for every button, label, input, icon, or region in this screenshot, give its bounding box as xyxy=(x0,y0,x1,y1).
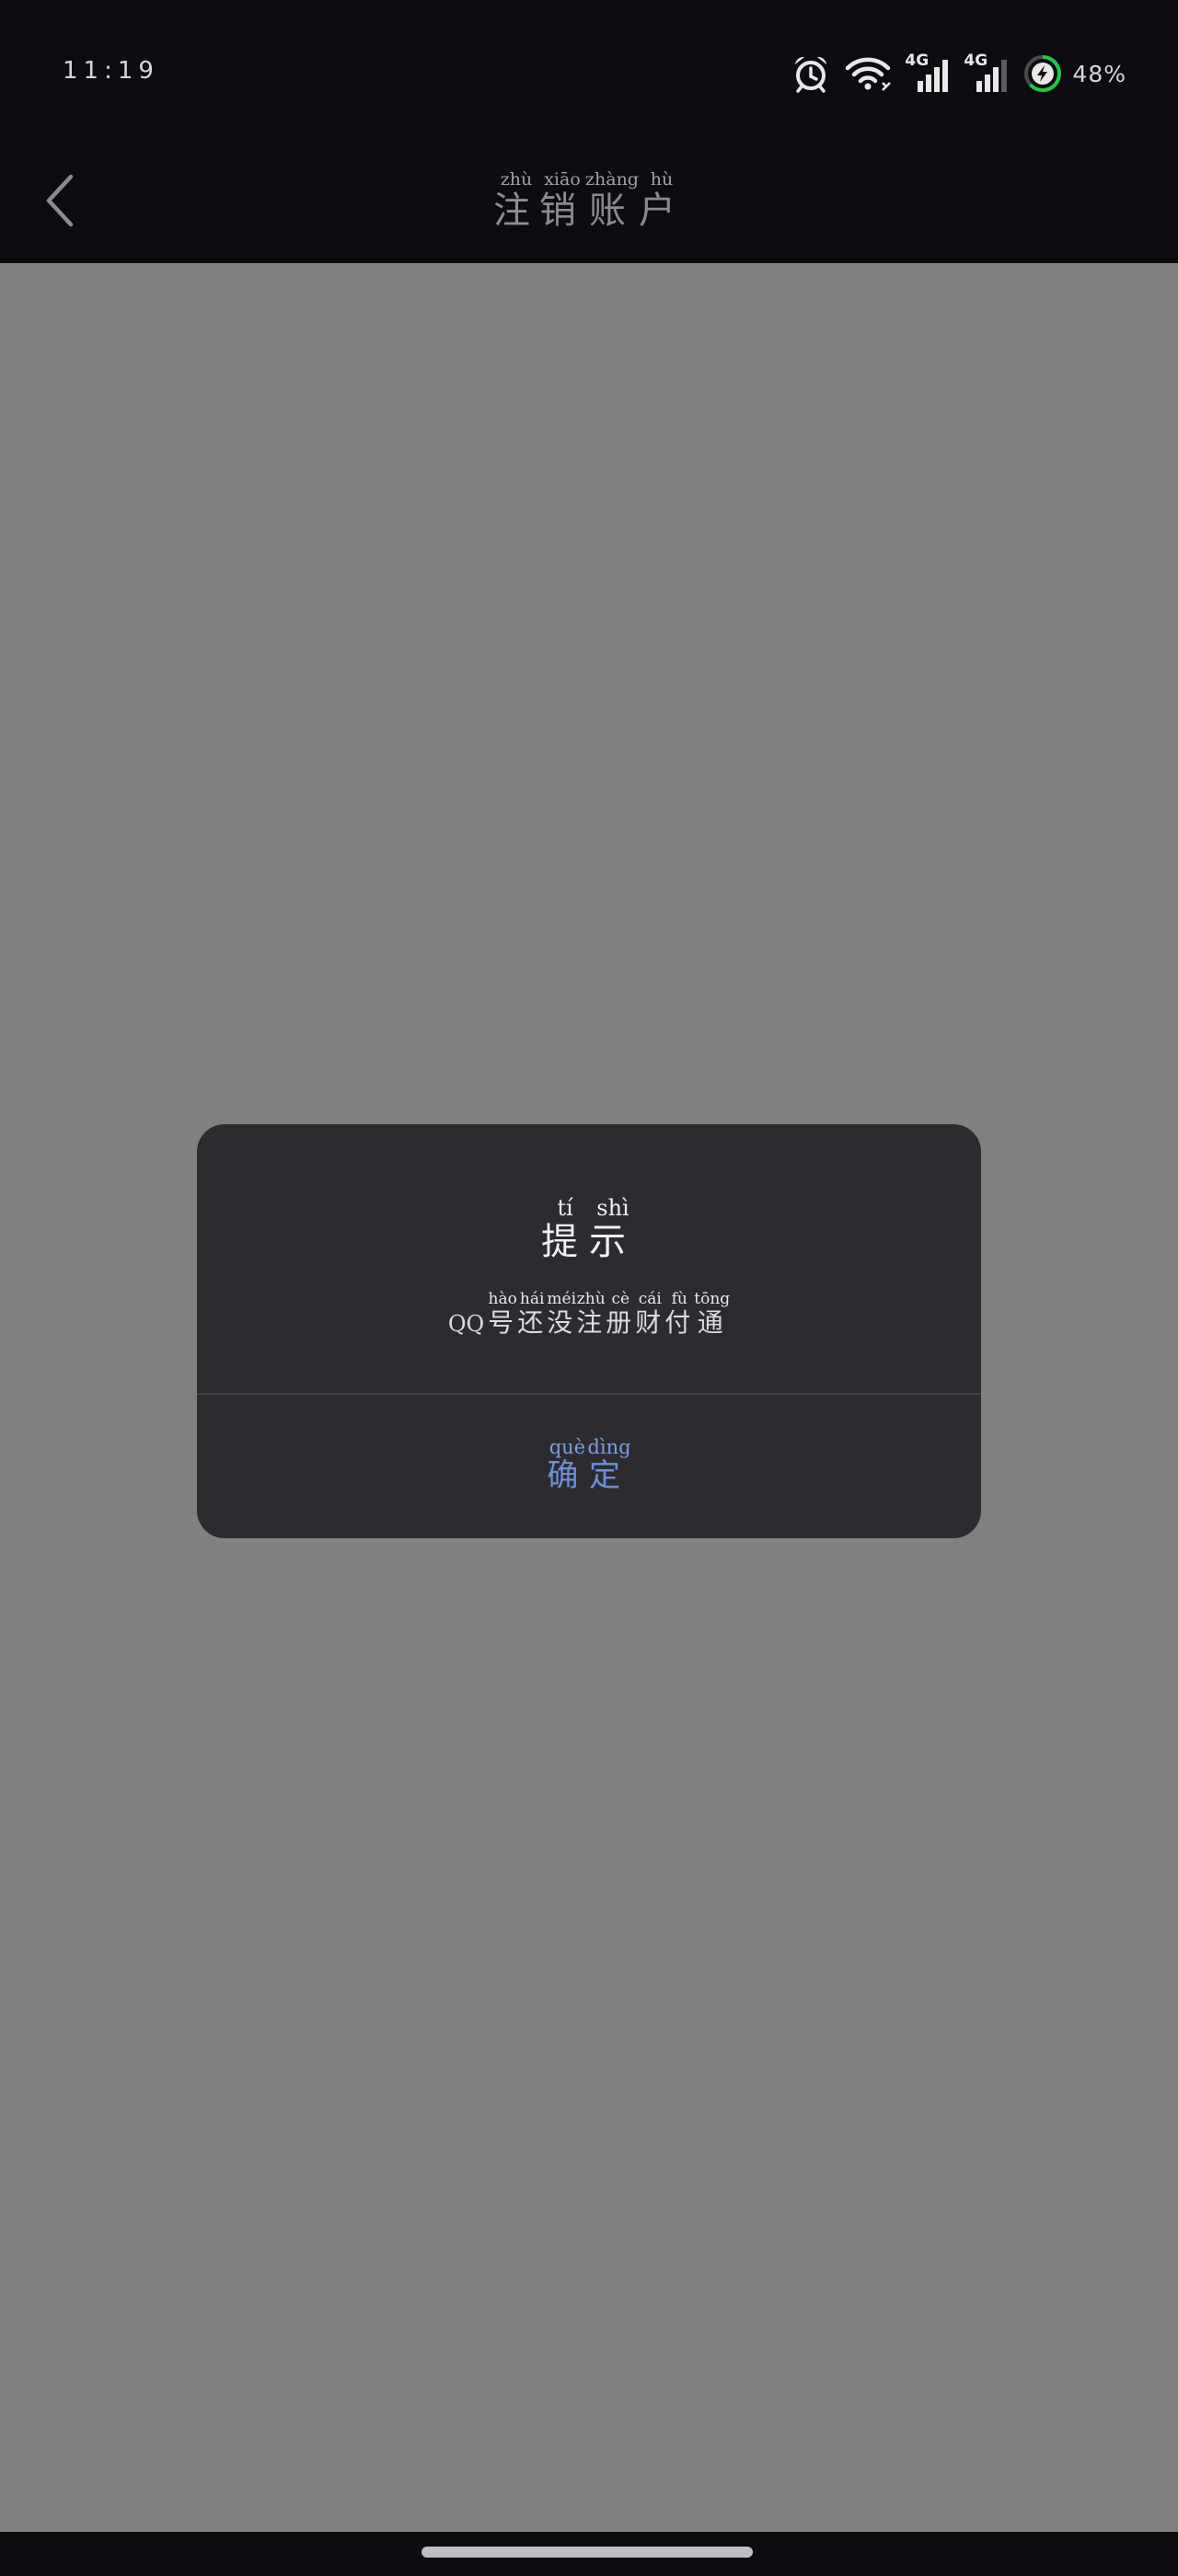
dialog-title-char: 示shì xyxy=(589,1195,637,1263)
message-char: 册cè xyxy=(606,1290,636,1338)
dialog-message: QQ 号hào还hái没méi注zhù册cè财cái付fù通tōng xyxy=(197,1290,981,1340)
title-char: 账zhàng xyxy=(585,169,639,232)
title-char: 户hù xyxy=(638,169,685,232)
battery-percent: 48% xyxy=(1072,60,1126,87)
status-time: 11:19 xyxy=(63,57,159,85)
dialog-title-char: 提tí xyxy=(541,1195,589,1263)
message-char: 通tōng xyxy=(694,1290,731,1338)
confirm-button-label: 确què定dìng xyxy=(547,1435,631,1495)
alert-dialog: 提tí示shì QQ 号hào还hái没méi注zhù册cè财cái付fù通tōn… xyxy=(197,1124,981,1538)
message-prefix: QQ xyxy=(447,1311,485,1337)
status-icons: 4G 4G 48% xyxy=(778,52,1126,96)
status-bar: 11:19 4G 4G 48% xyxy=(0,0,1178,138)
message-char: 财cái xyxy=(635,1290,665,1338)
nav-bar: 注zhù销xiāo账zhàng户hù xyxy=(0,138,1178,263)
signal-icon: 4G xyxy=(964,53,1010,94)
message-char: 付fù xyxy=(664,1290,695,1338)
dialog-title: 提tí示shì xyxy=(197,1195,981,1265)
message-char: 号hào xyxy=(488,1290,518,1338)
confirm-char: 确què xyxy=(547,1435,588,1494)
page-title: 注zhù销xiāo账zhàng户hù xyxy=(0,169,1178,234)
alarm-icon xyxy=(791,53,831,94)
battery-charging-icon xyxy=(1022,53,1063,94)
gesture-bar xyxy=(0,2532,1178,2576)
home-indicator[interactable] xyxy=(422,2547,753,2558)
title-char: 销xiāo xyxy=(539,169,585,232)
confirm-char: 定dìng xyxy=(587,1435,631,1494)
signal-icon: 4G xyxy=(905,53,951,94)
message-char: 还hái xyxy=(517,1290,548,1338)
confirm-button[interactable]: 确què定dìng xyxy=(197,1395,981,1538)
title-char: 注zhù xyxy=(493,169,539,232)
message-char: 注zhù xyxy=(576,1290,606,1338)
message-char: 没méi xyxy=(547,1290,577,1338)
wifi-icon xyxy=(844,53,892,94)
